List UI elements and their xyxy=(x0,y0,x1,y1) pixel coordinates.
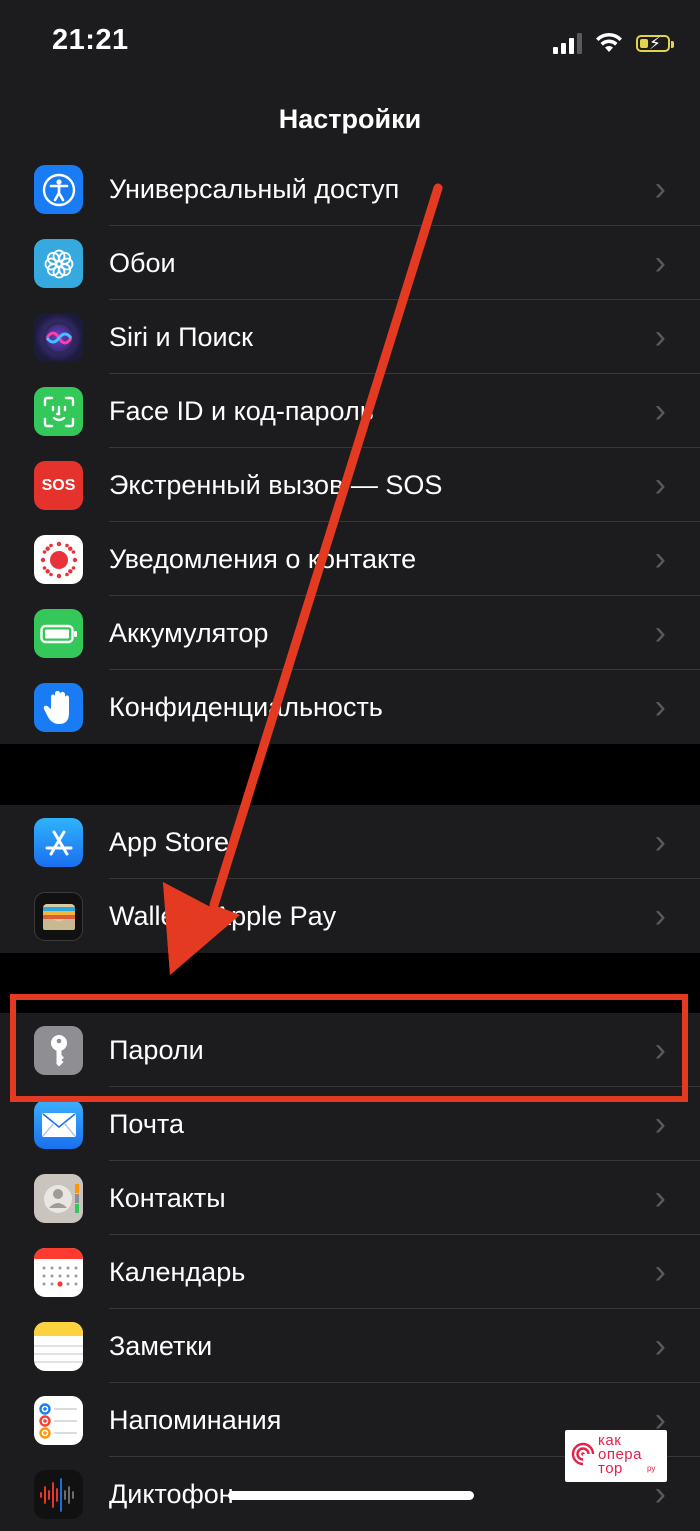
watermark-logo: как опера тор ру xyxy=(565,1430,667,1482)
watermark-suffix: ру xyxy=(647,1464,656,1473)
home-indicator[interactable] xyxy=(228,1491,474,1500)
watermark-signal-icon xyxy=(571,1442,595,1466)
annotation-highlight-box xyxy=(10,994,688,1102)
watermark-text: как опера тор xyxy=(598,1432,642,1477)
annotation-arrow-icon xyxy=(163,183,443,975)
